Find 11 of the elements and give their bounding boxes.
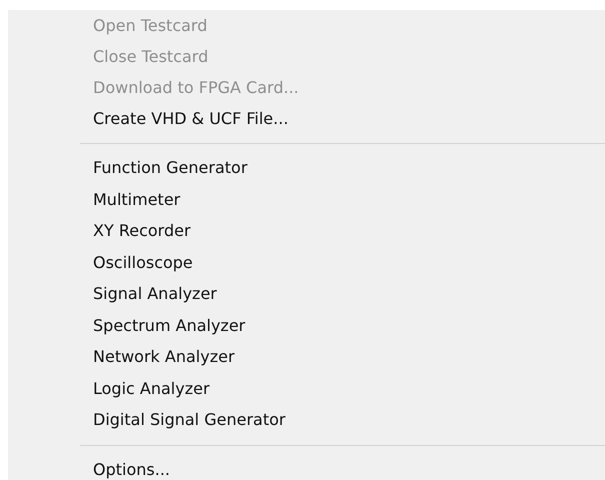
menu-item[interactable]: Oscilloscope bbox=[8, 246, 605, 278]
menu-item[interactable]: Network Analyzer bbox=[8, 341, 605, 372]
menu-item[interactable]: Spectrum Analyzer bbox=[8, 310, 605, 341]
menu-item[interactable]: Digital Signal Generator bbox=[8, 404, 605, 436]
menu-item[interactable]: Options... bbox=[8, 454, 605, 480]
menu-item[interactable]: Create VHD & UCF File... bbox=[8, 103, 605, 134]
menu-item[interactable]: Function Generator bbox=[8, 152, 605, 184]
menu-item[interactable]: XY Recorder bbox=[8, 215, 605, 246]
menu-item[interactable]: Signal Analyzer bbox=[8, 278, 605, 310]
menu-item[interactable]: Logic Analyzer bbox=[8, 372, 605, 404]
menu-item[interactable]: Multimeter bbox=[8, 184, 605, 215]
